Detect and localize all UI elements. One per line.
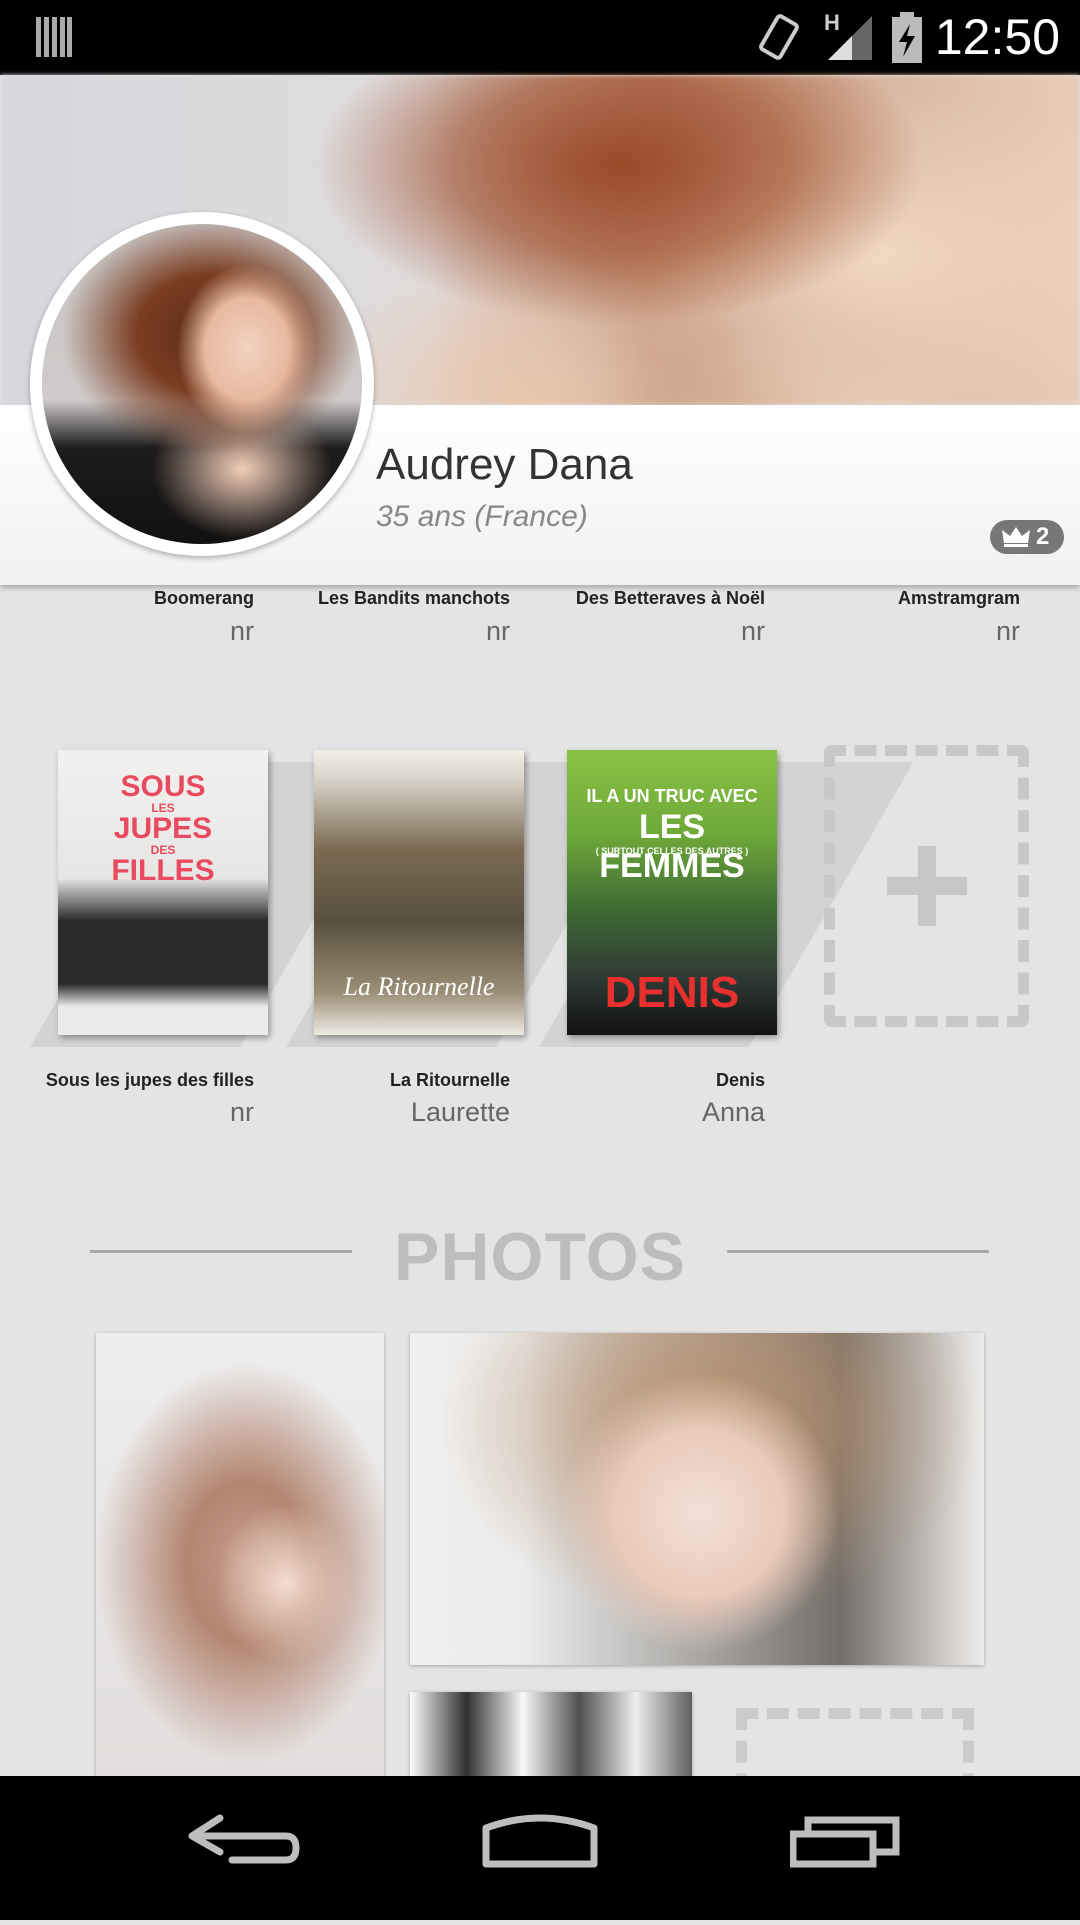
film-role: nr bbox=[995, 616, 1020, 646]
profile-name: Audrey Dana bbox=[376, 440, 633, 489]
signal-icon: H bbox=[822, 10, 876, 67]
photo-thumbnail[interactable] bbox=[410, 1333, 984, 1665]
navigation-bar bbox=[0, 1776, 1080, 1920]
avatar[interactable] bbox=[30, 212, 374, 556]
section-divider bbox=[727, 1250, 989, 1253]
film-poster[interactable]: IL A UN TRUC AVEC LES FEMMES ( SURTOUT C… bbox=[567, 750, 777, 1035]
crown-icon bbox=[1002, 527, 1030, 547]
film-poster[interactable]: SOUS LES JUPES DES FILLES bbox=[58, 750, 268, 1035]
profile-age-country: 35 ans (France) bbox=[376, 500, 588, 533]
film-title[interactable]: Denis bbox=[716, 1070, 765, 1091]
rotate-icon bbox=[756, 12, 802, 67]
poster-text: FILLES bbox=[111, 854, 215, 887]
poster-text: SOUS bbox=[120, 770, 206, 803]
rank-badge-count: 2 bbox=[1036, 523, 1050, 550]
film-role: Anna bbox=[701, 1097, 765, 1127]
back-icon bbox=[188, 1814, 300, 1864]
film-poster[interactable]: La Ritournelle bbox=[314, 750, 524, 1035]
home-button[interactable] bbox=[440, 1776, 640, 1920]
avatar-photo bbox=[42, 224, 362, 544]
film-title[interactable]: Sous les jupes des filles bbox=[46, 1070, 254, 1091]
poster-text: La Ritournelle bbox=[343, 972, 495, 1001]
film-title[interactable]: Boomerang bbox=[154, 588, 254, 609]
poster-text: IL A UN TRUC AVEC bbox=[586, 786, 758, 806]
film-title[interactable]: La Ritournelle bbox=[390, 1070, 510, 1091]
photo-thumbnail[interactable] bbox=[96, 1333, 384, 1787]
poster-text: JUPES bbox=[113, 812, 213, 845]
film-title[interactable]: Les Bandits manchots bbox=[318, 588, 510, 609]
poster-text: ( SURTOUT CELLES DES AUTRES ) bbox=[595, 846, 749, 856]
back-button[interactable] bbox=[140, 1776, 340, 1920]
poster-text: DENIS bbox=[604, 968, 740, 1017]
film-role: nr bbox=[229, 616, 254, 646]
recents-icon bbox=[789, 1816, 900, 1868]
film-role: Laurette bbox=[410, 1097, 510, 1127]
battery-charging-icon bbox=[890, 12, 924, 69]
film-title[interactable]: Amstramgram bbox=[898, 588, 1020, 609]
notifications-icon bbox=[36, 15, 72, 64]
network-type-label: H bbox=[824, 10, 840, 35]
status-bar: H 12:50 bbox=[0, 0, 1080, 75]
clock: 12:50 bbox=[934, 9, 1060, 65]
home-icon bbox=[482, 1814, 598, 1868]
film-role: nr bbox=[485, 616, 510, 646]
film-role: nr bbox=[229, 1097, 254, 1127]
photos-section-title: PHOTOS bbox=[394, 1219, 686, 1295]
film-role: nr bbox=[740, 616, 765, 646]
rank-badge[interactable]: 2 bbox=[990, 520, 1064, 554]
recents-button[interactable] bbox=[789, 1776, 990, 1920]
add-film-button[interactable] bbox=[824, 745, 1029, 1027]
film-title[interactable]: Des Betteraves à Noël bbox=[576, 588, 765, 609]
